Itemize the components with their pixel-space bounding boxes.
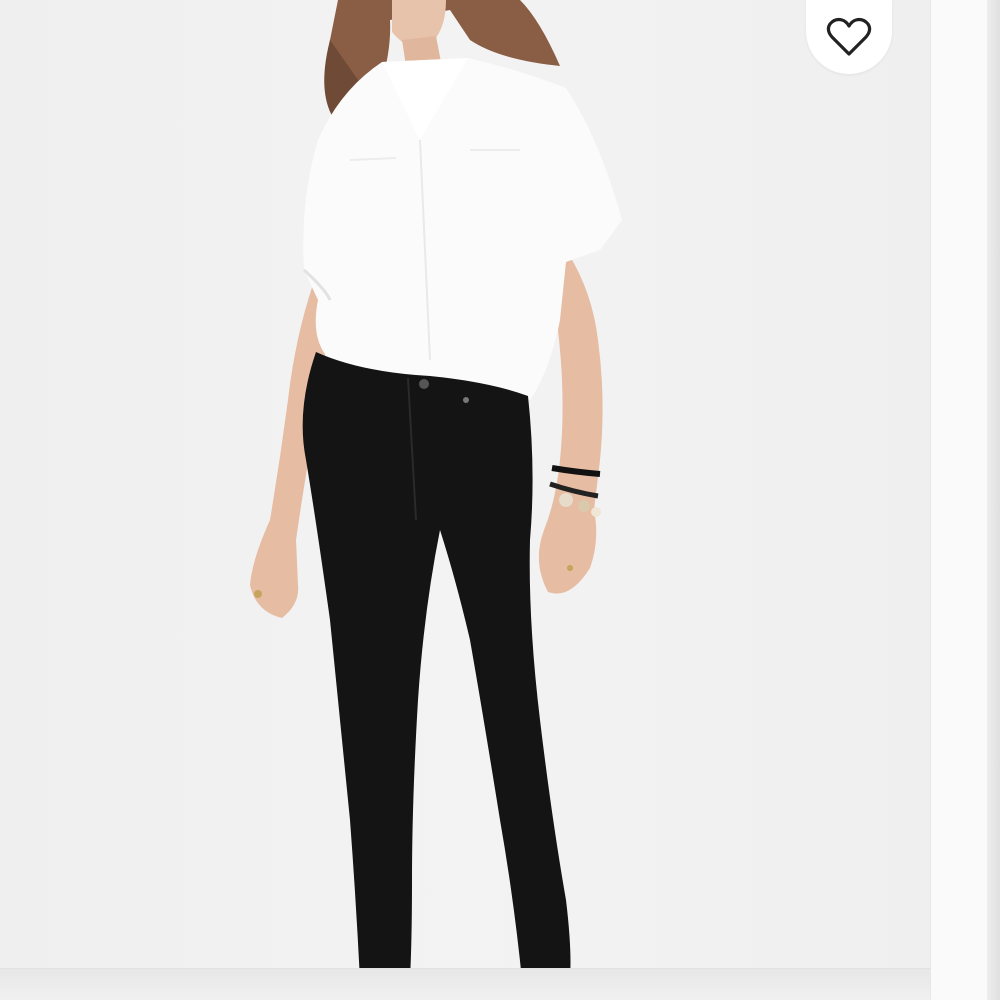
next-image-peek[interactable]	[930, 0, 1000, 1000]
heart-icon	[826, 17, 872, 56]
product-photo[interactable]	[0, 0, 930, 1000]
jeans	[302, 352, 571, 980]
side-edge	[987, 0, 1000, 1000]
floor	[0, 968, 930, 1000]
model-figure	[250, 0, 622, 1000]
